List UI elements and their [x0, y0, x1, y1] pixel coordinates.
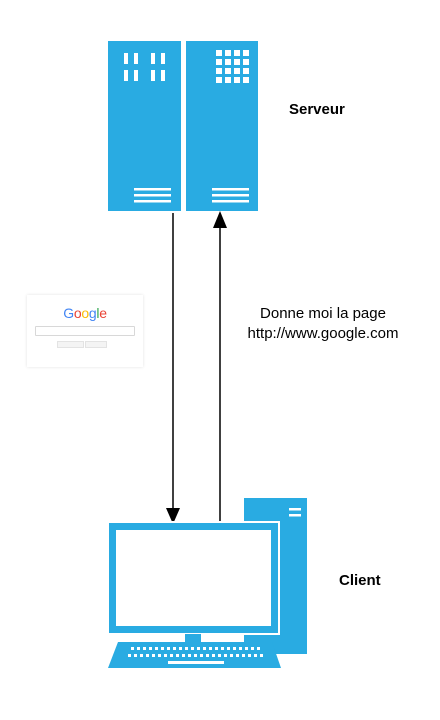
- google-page-thumbnail: Google: [27, 295, 143, 367]
- google-logo-letter: G: [63, 305, 74, 321]
- thumbnail-lucky-button: [85, 341, 107, 348]
- thumbnail-search-box: [35, 326, 135, 336]
- request-message: Donne moi la page http://www.google.com: [233, 304, 413, 344]
- client-label: Client: [339, 572, 381, 589]
- request-message-line1: Donne moi la page: [260, 305, 386, 322]
- thumbnail-search-button: [57, 341, 84, 348]
- google-logo: Google: [27, 305, 143, 321]
- request-message-line2: http://www.google.com: [247, 325, 399, 342]
- request-arrow: [213, 211, 227, 522]
- desktop-computer-icon: [107, 498, 307, 668]
- server-rack-icon: [108, 41, 258, 211]
- google-logo-letter: e: [99, 305, 107, 321]
- response-arrow: [166, 213, 180, 524]
- server-label: Serveur: [289, 101, 345, 118]
- google-logo-letter: o: [81, 305, 89, 321]
